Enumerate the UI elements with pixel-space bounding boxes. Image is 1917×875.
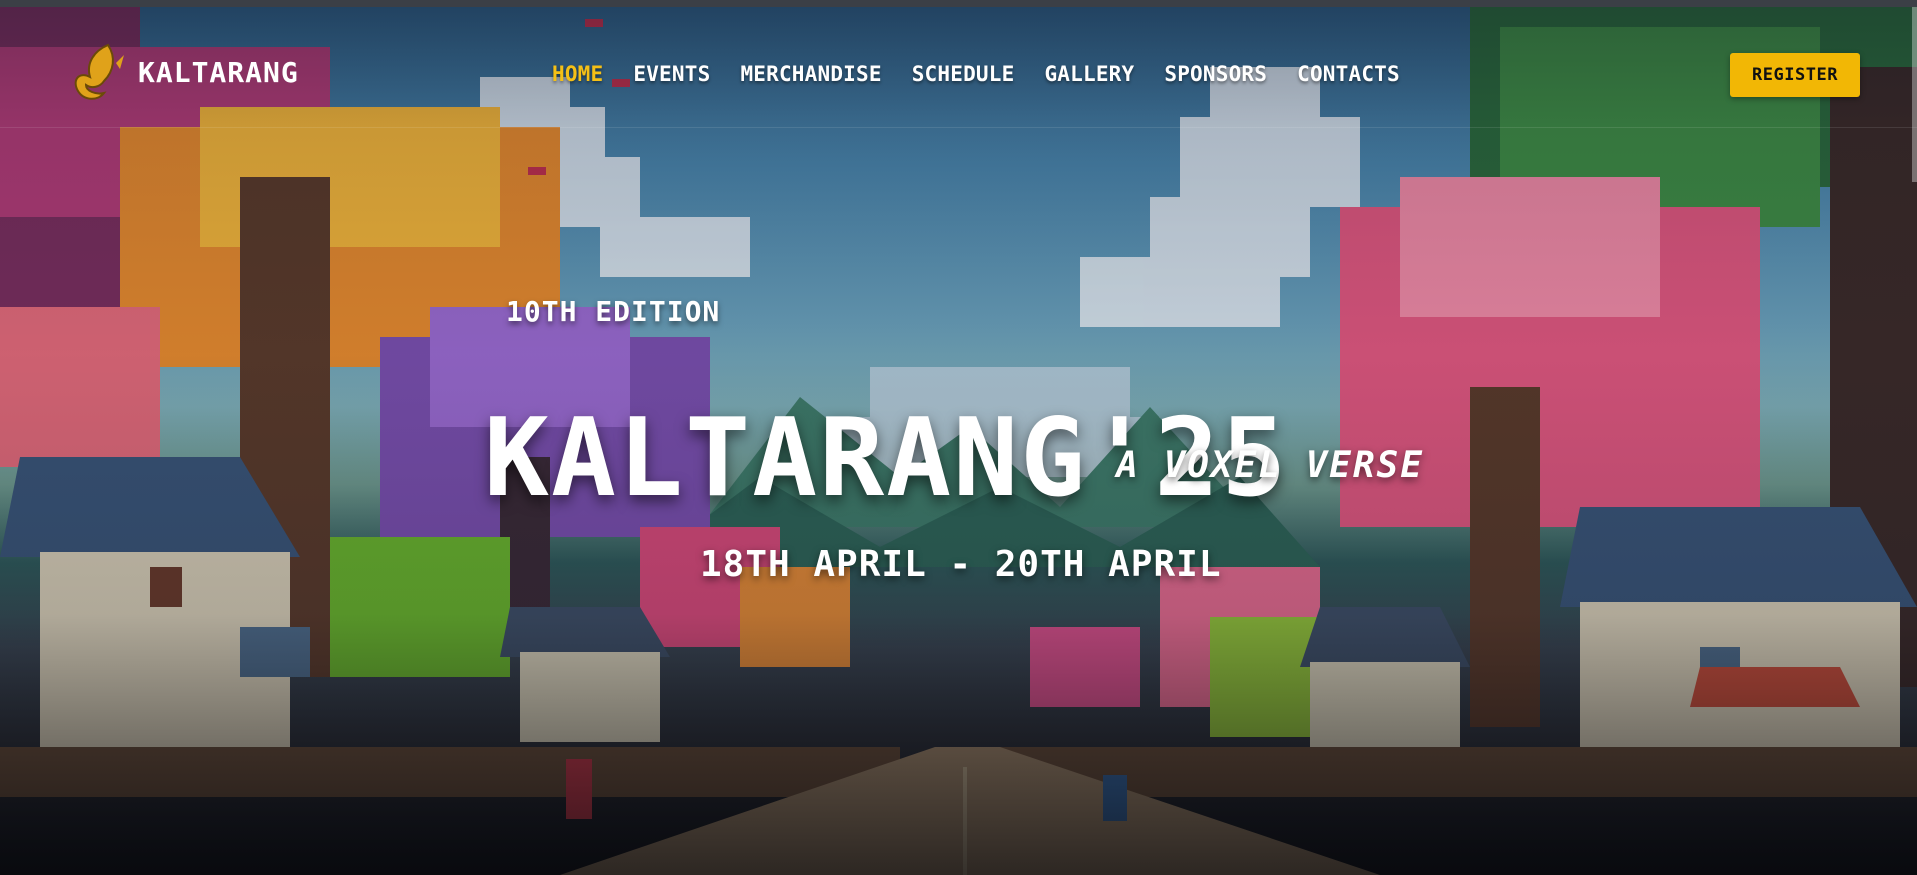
winged-k-logo-icon[interactable] (64, 41, 128, 107)
event-tagline: A VOXEL VERSE (1116, 445, 1424, 486)
nav-events-link[interactable]: EVENTS (633, 62, 710, 86)
edition-label: 10TH EDITION (506, 295, 721, 328)
browser-top-strip (0, 0, 1917, 7)
nav-contacts-link[interactable]: CONTACTS (1297, 62, 1400, 86)
top-navigation: KALTARANG HOME EVENTS MERCHANDISE SCHEDU… (0, 7, 1917, 128)
brand-name[interactable]: KALTARANG (138, 56, 299, 89)
nav-sponsors-link[interactable]: SPONSORS (1164, 62, 1267, 86)
nav-gallery-link[interactable]: GALLERY (1044, 62, 1134, 86)
nav-merchandise-link[interactable]: MERCHANDISE (740, 62, 881, 86)
scrollbar[interactable] (1912, 7, 1917, 182)
nav-home-link[interactable]: HOME (552, 62, 603, 86)
main-menu: HOME EVENTS MERCHANDISE SCHEDULE GALLERY… (552, 62, 1400, 86)
event-dates: 18TH APRIL - 20TH APRIL (700, 544, 1222, 585)
hero-section: KALTARANG HOME EVENTS MERCHANDISE SCHEDU… (0, 7, 1917, 875)
register-button[interactable]: REGISTER (1730, 53, 1860, 97)
nav-schedule-link[interactable]: SCHEDULE (912, 62, 1015, 86)
